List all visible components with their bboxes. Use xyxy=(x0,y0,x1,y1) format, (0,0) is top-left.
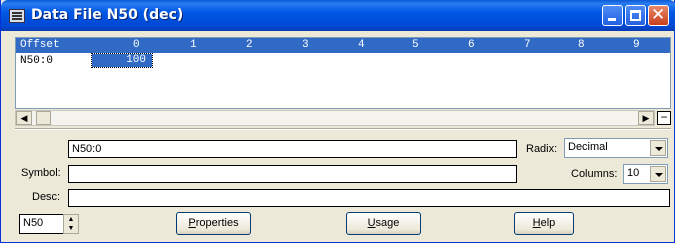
window-title: Data File N50 (dec) xyxy=(31,7,184,23)
column-header[interactable]: 2 xyxy=(246,39,253,51)
maximize-icon xyxy=(630,10,641,21)
columns-label: Columns: xyxy=(571,168,618,180)
desc-field[interactable] xyxy=(68,189,670,207)
scroll-thumb[interactable] xyxy=(36,111,51,125)
column-header[interactable]: 6 xyxy=(468,39,475,51)
symbol-label: Symbol: xyxy=(21,167,61,179)
title-bar[interactable]: Data File N50 (dec) ✕ xyxy=(1,0,675,31)
grid-header: Offset 0 1 2 3 4 5 6 7 8 9 xyxy=(16,38,670,53)
address-field[interactable]: N50:0 xyxy=(68,140,517,158)
spin-down-icon[interactable]: ▼ xyxy=(64,224,78,233)
column-header[interactable]: 5 xyxy=(412,39,419,51)
minimize-button[interactable] xyxy=(602,5,623,26)
properties-accel: P xyxy=(188,217,196,229)
column-header[interactable]: 4 xyxy=(358,39,365,51)
row-label: N50:0 xyxy=(20,55,54,67)
spin-up-icon[interactable]: ▲ xyxy=(64,215,78,224)
radix-value: Decimal xyxy=(568,141,608,153)
data-file-icon xyxy=(9,9,25,23)
desc-label: Desc: xyxy=(32,191,61,203)
help-accel: H xyxy=(532,217,541,229)
data-file-window: Data File N50 (dec) ✕ Offset 0 1 2 3 4 5… xyxy=(0,0,675,243)
column-header[interactable]: 9 xyxy=(633,39,640,51)
help-label: elp xyxy=(540,217,556,229)
maximize-button[interactable] xyxy=(625,5,646,26)
column-header[interactable]: 7 xyxy=(524,39,531,51)
column-header[interactable]: 8 xyxy=(578,39,585,51)
collapse-button[interactable]: − xyxy=(657,111,671,125)
usage-button[interactable]: Usage xyxy=(346,212,421,235)
radix-select[interactable]: Decimal xyxy=(564,138,668,158)
close-icon: ✕ xyxy=(651,5,666,25)
column-header[interactable]: 0 xyxy=(133,39,140,51)
column-header[interactable]: 1 xyxy=(190,39,197,51)
horizontal-scrollbar[interactable]: ◀ ▶ xyxy=(15,110,655,126)
help-button[interactable]: Help xyxy=(514,212,574,235)
symbol-field[interactable] xyxy=(68,165,517,183)
minimize-icon xyxy=(608,18,616,21)
usage-label: sage xyxy=(375,217,400,229)
close-button[interactable]: ✕ xyxy=(648,5,669,26)
chevron-down-icon[interactable] xyxy=(650,166,666,182)
scroll-left-icon[interactable]: ◀ xyxy=(16,111,32,125)
scroll-right-icon[interactable]: ▶ xyxy=(638,111,654,125)
usage-accel: U xyxy=(367,217,376,229)
chevron-down-icon[interactable] xyxy=(650,140,666,156)
data-grid[interactable]: Offset 0 1 2 3 4 5 6 7 8 9 N50:0 100 xyxy=(15,37,671,109)
properties-button[interactable]: Properties xyxy=(176,212,251,235)
divider xyxy=(15,128,671,130)
properties-label: roperties xyxy=(195,217,239,229)
column-header[interactable]: 3 xyxy=(302,39,309,51)
data-cell[interactable]: 100 xyxy=(91,53,153,68)
radix-label: Radix: xyxy=(526,143,558,155)
columns-value: 10 xyxy=(627,167,640,179)
file-spinner[interactable]: ▲ ▼ xyxy=(63,214,79,234)
file-number-field[interactable]: N50 xyxy=(19,214,64,234)
columns-select[interactable]: 10 xyxy=(623,164,668,184)
offset-header: Offset xyxy=(20,39,60,51)
